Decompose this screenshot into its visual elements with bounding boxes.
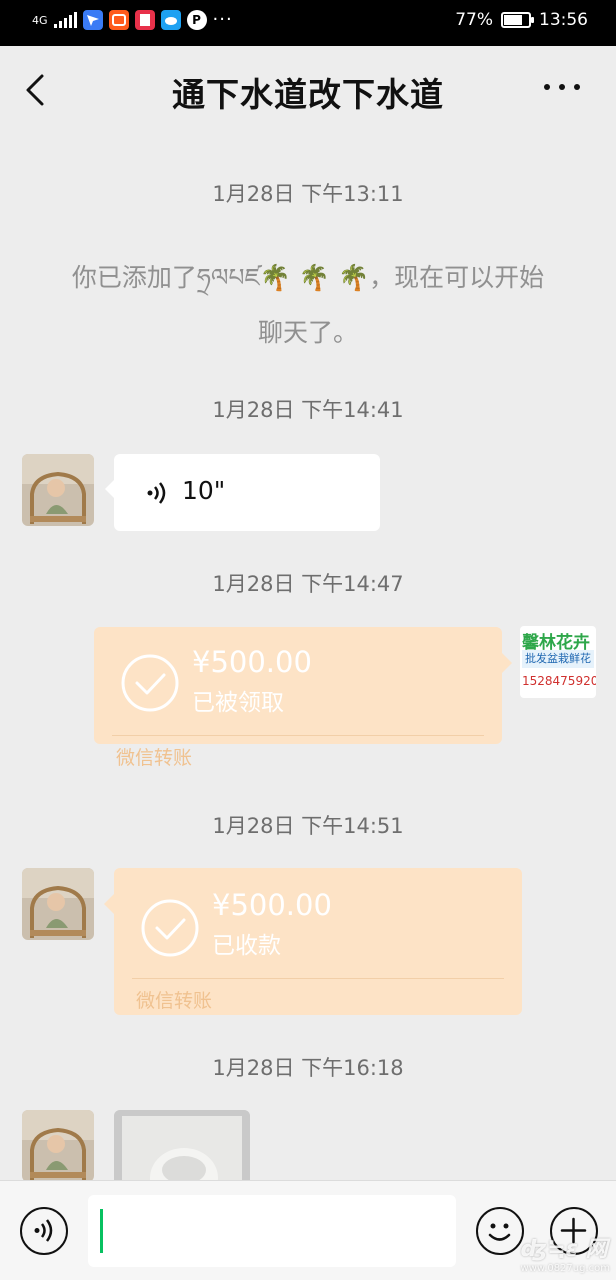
voice-duration: 10" [182,476,226,505]
reader-icon [134,10,155,30]
message-input[interactable] [88,1195,456,1267]
avatar[interactable] [22,1110,94,1180]
p-icon: P [186,10,207,30]
feishu-icon [82,10,103,30]
more-dots-icon[interactable] [544,84,580,94]
status-left: 4G P ··· [32,10,233,30]
transfer-card-received[interactable]: ¥500.00 已收款 微信转账 [104,868,522,1015]
more-notifications-icon: ··· [212,9,233,30]
transfer-label: 微信转账 [136,990,213,1012]
transfer-card-sent[interactable]: ¥500.00 已被领取 微信转账 [94,627,512,769]
weibo-icon [160,10,181,30]
transfer-label: 微信转账 [116,747,193,769]
timestamp: 1月28日 下午13:11 [212,182,404,206]
text-cursor [100,1209,103,1253]
battery-icon [501,12,534,28]
status-right: 77% 13:56 [455,10,588,30]
transfer-status: 已收款 [212,933,281,959]
timestamp: 1月28日 下午16:18 [212,1056,404,1080]
system-message: 你已添加了ཧྲལཔཛ🌴 🌴 🌴，现在可以开始聊天了。 [71,263,545,347]
timestamp: 1月28日 下午14:51 [212,814,404,838]
watermark: ʤ≒ɛ 网 www.0827ug.com [521,1231,610,1274]
transfer-status: 已被领取 [192,690,284,716]
avatar[interactable] [22,454,94,526]
chat-title: 通下水道改下水道 [172,75,444,114]
network-type: 4G [32,13,48,27]
watermark-text: ʤ≒ɛ 网 [520,1237,608,1262]
clock: 13:56 [539,10,588,30]
input-bar: ʤ≒ɛ 网 www.0827ug.com [0,1180,616,1280]
avatar-shop-tag: 批发盆栽鲜花 [522,650,594,668]
emoji-button[interactable] [476,1207,524,1255]
image-message[interactable] [114,1110,250,1180]
avatar[interactable] [22,868,94,940]
check-circle-icon [120,653,180,713]
transfer-amount: ¥500.00 [192,645,312,679]
timestamp: 1月28日 下午14:41 [212,398,404,422]
transfer-amount: ¥500.00 [212,888,332,922]
watermark-url: www.0827ug.com [520,1263,610,1274]
battery-percent: 77% [455,10,493,30]
chat-area[interactable]: 1月28日 下午13:11 你已添加了ཧྲལཔཛ🌴 🌴 🌴，现在可以开始聊天了。… [0,134,616,1180]
check-circle-icon [140,898,200,958]
voice-input-button[interactable] [20,1207,68,1255]
chat-header: 通下水道改下水道 [0,46,616,134]
avatar[interactable]: 馨林花卉 批发盆栽鲜花 15284759200 [520,626,596,698]
voice-message[interactable]: 10" [105,454,380,531]
signal-icon [53,12,77,28]
voice-wave-icon [146,480,170,510]
status-bar: 4G P ··· 77% 13:56 [0,0,616,46]
avatar-shop-phone: 15284759200 [522,674,596,688]
timestamp: 1月28日 下午14:47 [212,572,404,596]
taobao-icon [108,10,129,30]
